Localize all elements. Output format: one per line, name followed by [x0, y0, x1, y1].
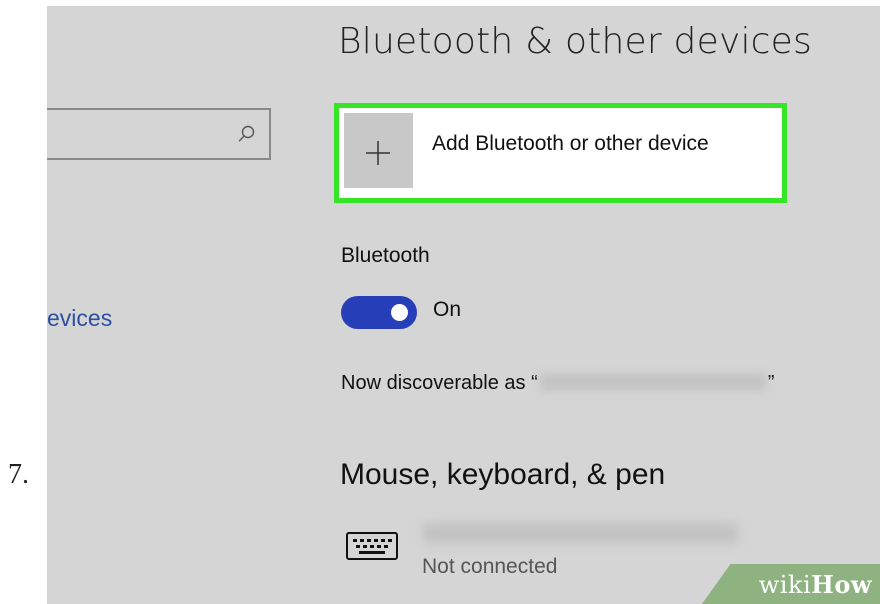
- wikihow-watermark: wikiHow: [702, 564, 880, 604]
- add-bluetooth-device-button[interactable]: Add Bluetooth or other device: [334, 103, 787, 203]
- sidebar-item-devices[interactable]: evices: [47, 305, 112, 332]
- add-device-label: Add Bluetooth or other device: [432, 132, 709, 155]
- keyboard-device-status: Not connected: [422, 555, 558, 578]
- watermark-how-text: How: [811, 570, 872, 599]
- step-number: 7.: [8, 459, 29, 490]
- bluetooth-toggle-state: On: [433, 298, 462, 321]
- wikihow-watermark-text: wikiHow: [759, 570, 872, 599]
- settings-screenshot: evices Bluetooth & other devices Add Blu…: [47, 6, 880, 604]
- discoverable-suffix: ”: [767, 372, 775, 394]
- search-icon: [238, 125, 255, 142]
- plus-icon: [366, 141, 390, 165]
- discoverable-status: Now discoverable as “ ”: [341, 372, 774, 395]
- mouse-keyboard-pen-heading: Mouse, keyboard, & pen: [340, 458, 666, 491]
- add-device-plus-tile: [344, 113, 413, 188]
- keyboard-icon: [346, 532, 398, 560]
- watermark-wiki-text: wiki: [758, 571, 812, 599]
- settings-search-input[interactable]: [47, 108, 271, 160]
- bluetooth-heading: Bluetooth: [341, 244, 430, 267]
- toggle-knob: [391, 304, 408, 321]
- instruction-page: 7. evices Bluetooth & other devices Add …: [0, 0, 880, 604]
- redacted-keyboard-device-name: [423, 523, 738, 543]
- page-title: Bluetooth & other devices: [338, 21, 812, 62]
- discoverable-prefix: Now discoverable as “: [341, 372, 538, 394]
- bluetooth-toggle[interactable]: [341, 296, 417, 329]
- redacted-device-name: [539, 373, 766, 391]
